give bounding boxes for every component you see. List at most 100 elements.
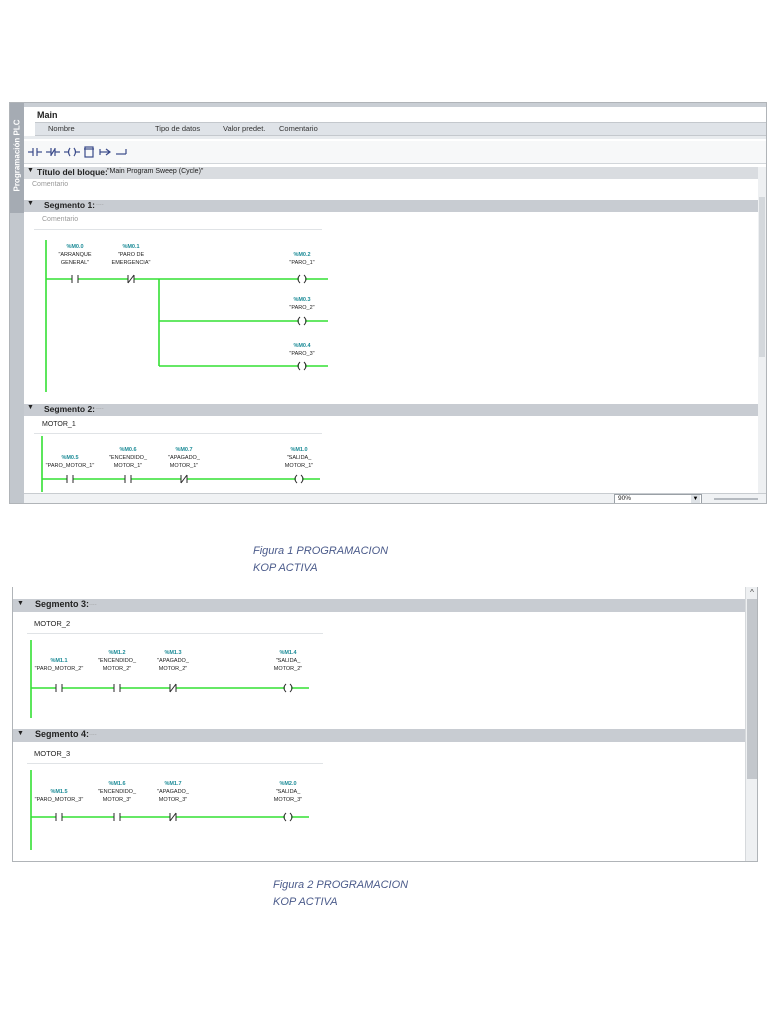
contact-address: %M1.7	[164, 781, 181, 787]
contact-address: %M1.1	[50, 658, 67, 664]
segment-4-bar[interactable]: ▼ Segmento 4: ....	[13, 729, 745, 742]
segment-4-comment[interactable]: MOTOR_3	[34, 749, 70, 758]
ladder-toolbar	[24, 141, 766, 164]
column-valor-predet[interactable]: Valor predet.	[223, 124, 265, 133]
contact-tag: EMERGENCIA"	[112, 260, 151, 266]
coil-address: %M2.0	[279, 781, 296, 787]
coil-address: %M0.3	[293, 297, 310, 303]
segment-3-bar[interactable]: ▼ Segmento 3: ....	[13, 599, 745, 612]
close-branch-icon[interactable]	[116, 149, 127, 155]
block-title-label: Título del bloque:	[37, 167, 108, 177]
coil-tag: "SALIDA_	[287, 455, 313, 461]
contact-tag: MOTOR_2"	[103, 666, 131, 672]
segment-3-comment[interactable]: MOTOR_2	[34, 619, 70, 628]
segment-3-divider	[27, 633, 323, 634]
scroll-up-icon[interactable]: ^	[746, 587, 757, 599]
status-bar: 90% ▼	[24, 493, 766, 503]
segment-1-divider	[34, 229, 322, 230]
segment-2-divider	[34, 433, 322, 434]
segment-1-bar[interactable]: ▼ Segmento 1: ....	[24, 200, 766, 212]
coil-tag: MOTOR_3"	[274, 797, 302, 803]
scrollbar-thumb[interactable]	[747, 599, 757, 779]
contact-address: %M1.3	[164, 650, 181, 656]
coil-gap	[299, 277, 305, 281]
column-tipo-datos[interactable]: Tipo de datos	[155, 124, 200, 133]
caption-2-line-2: KOP ACTIVA	[273, 896, 338, 908]
coil-tag: MOTOR_2"	[274, 666, 302, 672]
contact-tag: "ARRANQUE	[58, 252, 91, 258]
collapse-arrow-icon[interactable]: ▼	[27, 167, 34, 174]
figure-2-caption: Figura 2 PROGRAMACION KOP ACTIVA	[273, 877, 408, 911]
segment-4-ellipsis[interactable]: ....	[89, 730, 97, 737]
coil-gap	[299, 364, 305, 368]
coil-address: %M1.4	[279, 650, 297, 656]
segment-3-ellipsis[interactable]: ....	[89, 600, 97, 607]
zoom-select[interactable]: 90% ▼	[614, 494, 702, 503]
segment-1-label: Segmento 1:	[44, 200, 96, 210]
contact-tag: MOTOR_1"	[114, 463, 142, 469]
segment-2-ellipsis[interactable]: ....	[96, 404, 104, 411]
coil-tag: "PARO_3"	[289, 351, 314, 357]
nc-contact-icon[interactable]	[46, 148, 60, 156]
scrollbar-thumb[interactable]	[759, 197, 765, 357]
segment-2-comment[interactable]: MOTOR_1	[42, 421, 76, 428]
segment-4-label: Segmento 4:	[35, 729, 90, 739]
collapse-arrow-icon[interactable]: ▼	[27, 404, 34, 411]
splitter[interactable]	[24, 136, 766, 139]
open-branch-icon[interactable]	[99, 148, 111, 156]
sidebar-label: Programación PLC	[12, 119, 22, 192]
caption-1-line-1: Figura 1 PROGRAMACION	[253, 545, 389, 557]
block-title-value[interactable]: "Main Program Sweep (Cycle)"	[107, 168, 203, 175]
caption-2-line-1: Figura 2 PROGRAMACION	[273, 879, 409, 891]
contact-tag: "APAGADO_	[157, 658, 190, 664]
contact-tag: "APAGADO_	[157, 789, 190, 795]
toolbar-strip	[10, 103, 766, 107]
segment-4-divider	[27, 763, 323, 764]
contact-address: %M0.5	[61, 455, 78, 461]
zoom-slider[interactable]	[714, 498, 758, 500]
column-comentario[interactable]: Comentario	[279, 124, 318, 133]
sidebar-lower	[10, 213, 24, 503]
column-nombre[interactable]: Nombre	[48, 124, 75, 133]
segment-2-label: Segmento 2:	[44, 404, 96, 414]
contact-tag: "PARO_MOTOR_1"	[46, 463, 95, 469]
contact-tag: GENERAL"	[61, 260, 89, 266]
coil-icon[interactable]	[64, 147, 80, 157]
sidebar-tab[interactable]: Programación PLC	[10, 103, 24, 503]
contact-tag: MOTOR_3"	[159, 797, 187, 803]
collapse-arrow-icon[interactable]: ▼	[17, 730, 24, 737]
vertical-scrollbar[interactable]: ^	[745, 587, 757, 861]
segment-4-network: %M1.5 "PARO_MOTOR_3" %M1.6 "ENCENDIDO_ MOTOR…	[13, 765, 333, 859]
segment-2-network: %M0.5 "PARO_MOTOR_1" %M0.6 "ENCENDIDO_ MOTOR…	[24, 435, 344, 493]
empty-box-icon[interactable]	[84, 146, 94, 158]
coil-tag: "PARO_2"	[289, 305, 314, 311]
coil-tag: "SALIDA_	[276, 658, 302, 664]
contact-address: %M0.6	[119, 447, 136, 453]
block-comment[interactable]: Comentario	[32, 181, 68, 188]
contact-address: %M0.1	[122, 244, 139, 250]
contact-gap	[56, 686, 62, 690]
contact-address: %M0.0	[66, 244, 83, 250]
collapse-arrow-icon[interactable]: ▼	[27, 200, 34, 207]
figure-2-screenshot: ▼ Segmento 3: .... MOTOR_2 %M1.1 "PARO_MO…	[12, 587, 758, 862]
block-title-bar[interactable]: ▼ Título del bloque: "Main Program Sweep…	[24, 167, 766, 179]
vertical-scrollbar[interactable]	[758, 167, 766, 493]
coil-tag: "SALIDA_	[276, 789, 302, 795]
zoom-value: 90%	[618, 495, 632, 502]
coil-tag: "PARO_1"	[289, 260, 314, 266]
figure-1-caption: Figura 1 PROGRAMACION KOP ACTIVA	[253, 543, 388, 577]
contact-gap	[114, 686, 120, 690]
segment-1-ellipsis[interactable]: ....	[96, 200, 104, 207]
no-contact-icon[interactable]	[28, 148, 42, 156]
coil-tag: MOTOR_1"	[285, 463, 313, 469]
contact-tag: "PARO_MOTOR_3"	[35, 797, 84, 803]
contact-tag: "ENCENDIDO_	[109, 455, 148, 461]
segment-2-bar[interactable]: ▼ Segmento 2: ....	[24, 404, 766, 416]
dropdown-arrow-icon[interactable]: ▼	[691, 495, 700, 503]
figure-1-screenshot: Programación PLC Main Nombre Tipo de dat…	[9, 102, 767, 504]
collapse-arrow-icon[interactable]: ▼	[17, 600, 24, 607]
coil-gap	[285, 686, 291, 690]
contact-tag: MOTOR_2"	[159, 666, 187, 672]
block-name: Main	[37, 110, 58, 120]
segment-1-comment[interactable]: Comentario	[42, 216, 78, 223]
